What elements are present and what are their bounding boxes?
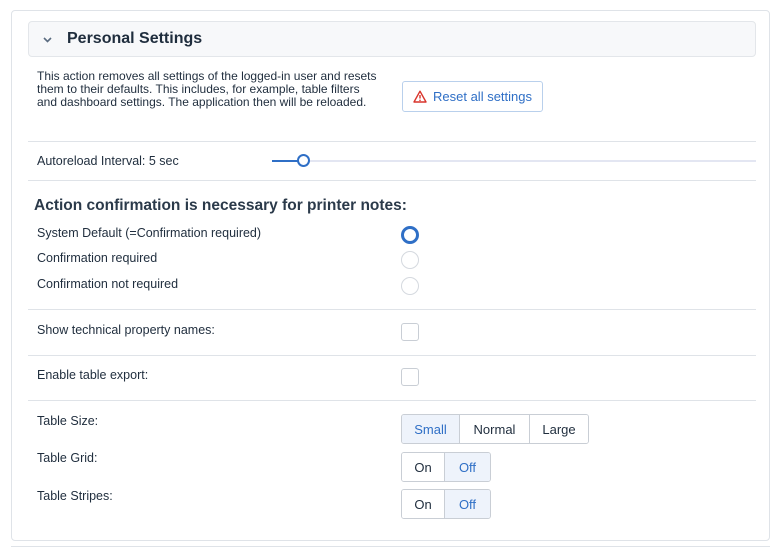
table-export-label: Enable table export: — [37, 368, 149, 382]
reset-button-label: Reset all settings — [433, 89, 532, 104]
divider — [28, 355, 756, 356]
technical-names-checkbox[interactable] — [401, 323, 419, 341]
radio-label-confirmation-required: Confirmation required — [37, 251, 158, 265]
table-size-toggle: Small Normal Large — [401, 414, 589, 444]
radio-confirmation-not-required[interactable] — [401, 277, 419, 295]
table-size-label: Table Size: — [37, 414, 99, 428]
warning-icon — [413, 90, 427, 103]
table-export-checkbox[interactable] — [401, 368, 419, 386]
radio-system-default[interactable] — [401, 226, 419, 244]
table-grid-off-button[interactable]: Off — [445, 453, 490, 481]
autoreload-slider-track[interactable] — [272, 160, 756, 162]
table-stripes-on-button[interactable]: On — [402, 490, 445, 518]
table-stripes-toggle: On Off — [401, 489, 491, 519]
personal-settings-header[interactable]: Personal Settings — [28, 21, 756, 57]
autoreload-label: Autoreload Interval: 5 sec — [37, 154, 179, 168]
chevron-down-icon — [41, 33, 53, 45]
technical-names-label: Show technical property names: — [37, 323, 215, 337]
radio-label-system-default: System Default (=Confirmation required) — [37, 226, 262, 240]
confirmation-section-title: Action confirmation is necessary for pri… — [34, 197, 407, 214]
table-grid-toggle: On Off — [401, 452, 491, 482]
table-stripes-label: Table Stripes: — [37, 489, 113, 503]
divider — [28, 180, 756, 181]
autoreload-slider-thumb[interactable] — [297, 154, 310, 167]
next-panel-edge — [11, 546, 770, 550]
settings-panel: Personal Settings This action removes al… — [11, 10, 770, 541]
table-grid-label: Table Grid: — [37, 451, 98, 465]
divider — [28, 309, 756, 310]
section-header-title: Personal Settings — [67, 30, 203, 47]
radio-label-confirmation-not-required: Confirmation not required — [37, 277, 179, 291]
table-size-small-button[interactable]: Small — [402, 415, 460, 443]
radio-confirmation-required[interactable] — [401, 251, 419, 269]
reset-all-settings-button[interactable]: Reset all settings — [402, 81, 543, 112]
table-grid-on-button[interactable]: On — [402, 453, 445, 481]
table-size-large-button[interactable]: Large — [530, 415, 588, 443]
table-size-normal-button[interactable]: Normal — [460, 415, 530, 443]
reset-description: This action removes all settings of the … — [37, 69, 377, 109]
table-stripes-off-button[interactable]: Off — [445, 490, 490, 518]
divider — [28, 400, 756, 401]
divider — [28, 141, 756, 142]
